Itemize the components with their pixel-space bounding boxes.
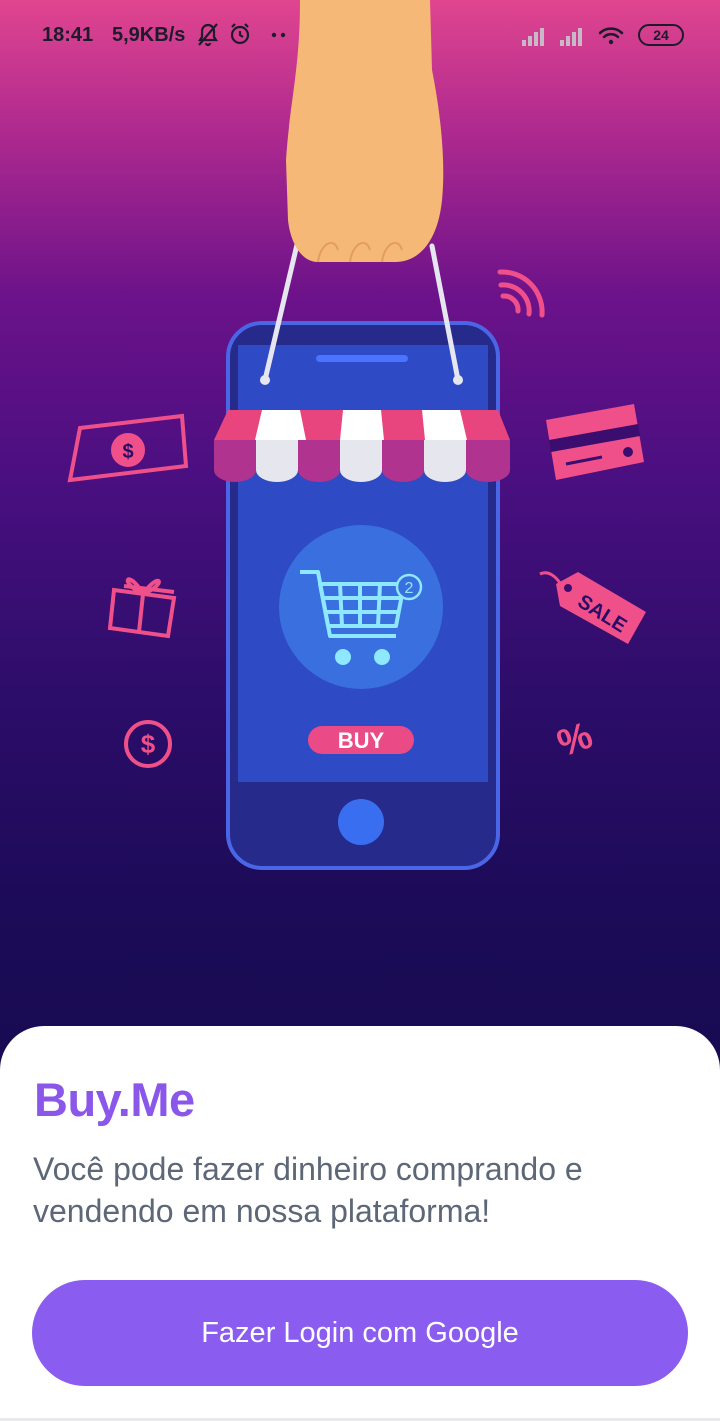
google-login-button[interactable]: Fazer Login com Google [32,1280,688,1386]
percent-icon: % [552,714,598,765]
awning-icon [214,410,510,482]
buy-label: BUY [338,728,385,753]
credit-card-icon [546,404,644,480]
app-title: Buy.Me [34,1073,195,1126]
coin-dollar-sign: $ [141,729,156,759]
wifi-signal-icon [497,269,545,318]
app-description: Você pode fazer dinheiro comprando e ven… [33,1151,583,1229]
cart-badge-count: 2 [405,580,414,597]
money-dollar-sign: $ [122,441,133,463]
bottom-sheet: Buy.Me Você pode fazer dinheiro comprand… [0,1026,720,1421]
hand-icon [286,0,444,263]
home-button-icon [338,799,384,845]
shopping-illustration: 2 BUY $ SALE $ % [67,0,646,870]
gift-icon [107,577,177,639]
